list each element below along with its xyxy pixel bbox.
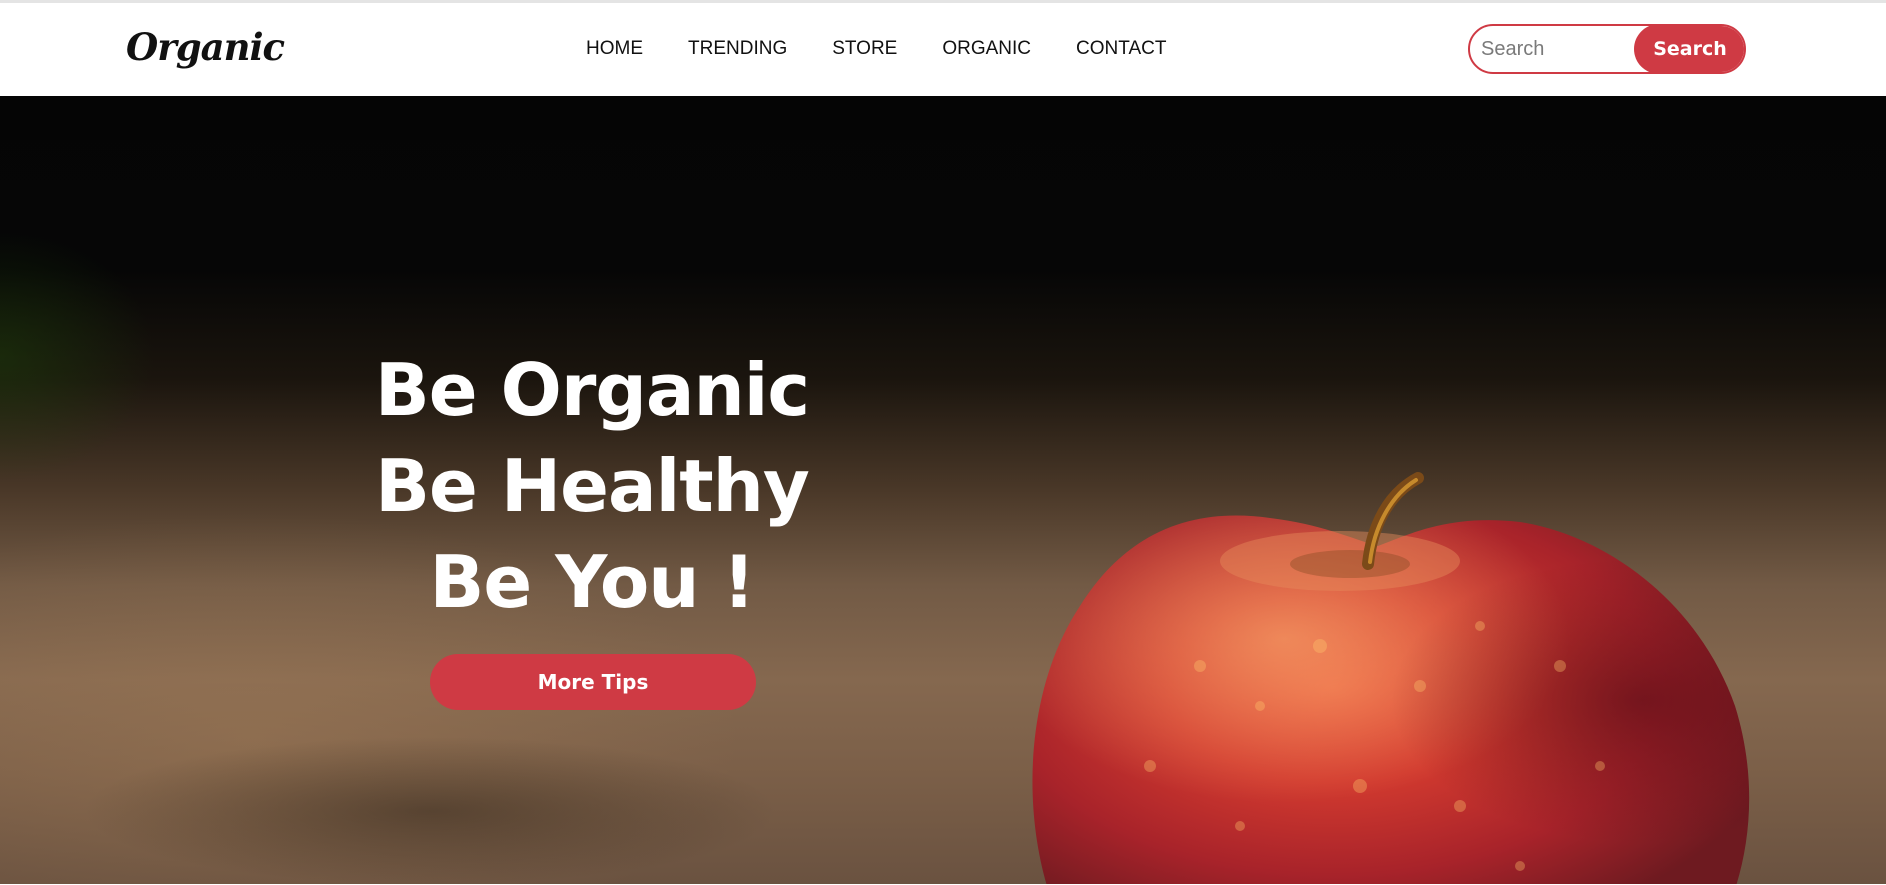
main-nav: HOME TRENDING STORE ORGANIC CONTACT [586,38,1211,60]
apple-image [1032,472,1750,885]
nav-link-store[interactable]: STORE [832,38,897,60]
hero-headline: Be Organic Be Healthy Be You ! [342,342,842,630]
site-logo[interactable]: Organic [126,25,285,69]
headline-line: Be Organic [374,348,810,432]
headline-line: Be Healthy [375,444,810,528]
nav-link-contact[interactable]: CONTACT [1076,38,1166,60]
search-button[interactable]: Search [1634,26,1744,72]
nav-link-trending[interactable]: TRENDING [688,38,787,60]
nav-link-organic[interactable]: ORGANIC [942,38,1031,60]
navbar: Organic HOME TRENDING STORE ORGANIC CONT… [0,3,1886,96]
headline-line: Be You ! [429,540,756,624]
search-input[interactable] [1470,26,1640,72]
more-tips-button[interactable]: More Tips [430,654,756,710]
nav-link-home[interactable]: HOME [586,38,643,60]
hero-banner: Be Organic Be Healthy Be You ! More Tips [0,96,1886,885]
hero-background-shadow [80,736,780,885]
search-form: Search [1468,24,1746,74]
